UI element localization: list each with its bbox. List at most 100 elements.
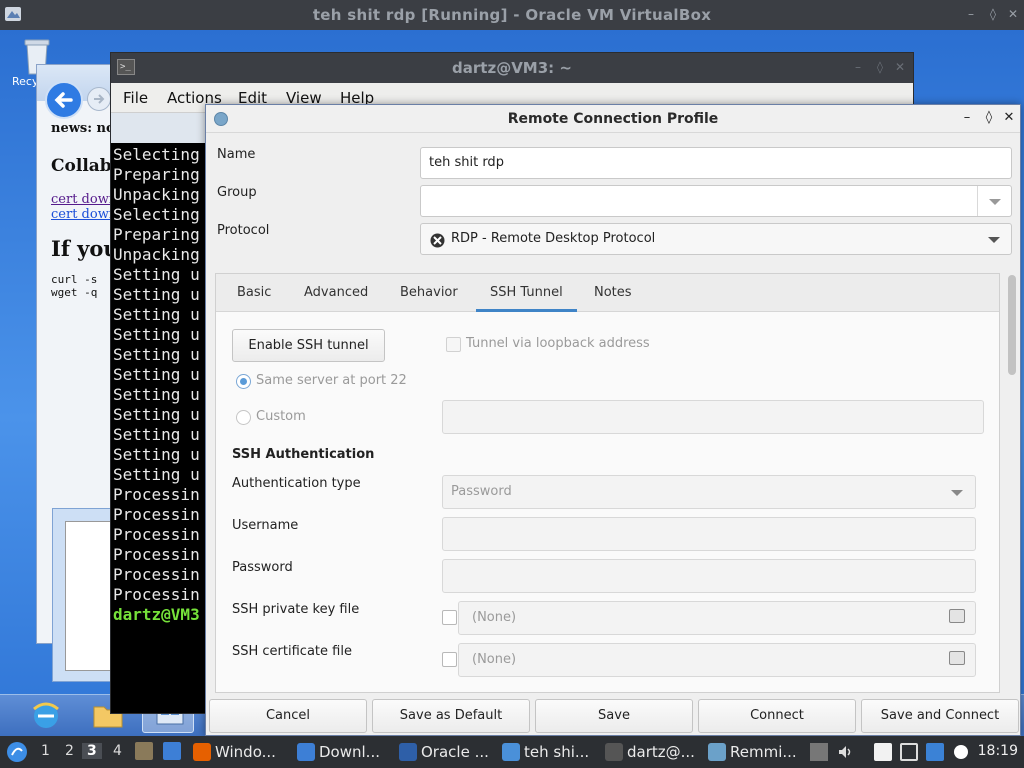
loopback-label: Tunnel via loopback address [466,336,650,351]
vertical-scrollbar[interactable] [1008,273,1016,693]
terminal-close-button[interactable]: ✕ [893,60,907,74]
cert-file-value: (None) [472,652,517,667]
group-dropdown-button[interactable] [977,186,1011,216]
private-key-file-chooser[interactable]: (None) [458,601,976,635]
status-icon[interactable] [954,745,968,759]
terminal-line: Setting u [113,445,200,464]
terminal-line: Setting u [113,345,200,364]
group-label: Group [217,185,257,200]
rdp-protocol-icon [430,233,445,248]
protocol-label: Protocol [217,223,270,238]
workspace-1[interactable]: 1 [41,743,50,759]
terminal-line: Setting u [113,425,200,444]
back-arrow-icon [54,92,73,108]
terminal-line: Preparing [113,225,200,244]
close-button[interactable]: ✕ [1006,7,1020,21]
terminal-line: Processin [113,525,200,544]
terminal-line: Processin [113,585,200,604]
tab-ssh-tunnel[interactable]: SSH Tunnel [476,274,577,312]
remote-connection-profile-dialog: Remote Connection Profile – ◊ ✕ Name teh… [205,104,1021,736]
open-cert-file-icon [949,651,965,665]
same-server-radio[interactable] [236,374,251,389]
tab-notes[interactable]: Notes [580,274,646,312]
workspace-2[interactable]: 2 [65,743,74,759]
terminal-maximize-button[interactable]: ◊ [873,60,887,74]
terminal-line: Selecting [113,145,200,164]
vbox-titlebar: teh shit rdp [Running] - Oracle VM Virtu… [0,0,1024,30]
ie-taskbar-button[interactable] [20,699,72,733]
private-key-checkbox[interactable] [442,610,457,625]
save-button[interactable]: Save [535,699,693,733]
volume-icon[interactable] [836,743,854,761]
terminal-titlebar: >_ dartz@VM3: ~ – ◊ ✕ [111,53,913,83]
chevron-down-icon [989,199,1001,205]
network-icon[interactable] [900,743,918,761]
tray-app-icon[interactable] [810,743,828,761]
back-button[interactable] [45,81,83,119]
password-label: Password [232,560,293,575]
settings-notebook: Basic Advanced Behavior SSH Tunnel Notes… [215,273,1000,693]
dialog-minimize-button[interactable]: – [960,111,974,125]
cancel-button[interactable]: Cancel [209,699,367,733]
menu-file[interactable]: File [123,89,148,107]
taskbar-item-vm-window[interactable]: teh shi... [502,738,589,766]
taskbar-item-label: Downl... [319,743,380,761]
terminal-output[interactable]: Selecting Preparing Unpacking Selecting Prep… [113,145,213,711]
terminal-minimize-button[interactable]: – [851,60,865,74]
minimize-button[interactable]: – [964,7,978,21]
scrollbar-thumb[interactable] [1008,275,1016,375]
username-input[interactable] [442,517,976,551]
ssh-auth-heading: SSH Authentication [232,447,375,462]
name-input[interactable]: teh shit rdp [420,147,1012,179]
terminal-line: Processin [113,485,200,504]
start-menu-button[interactable] [6,741,28,767]
terminal-line: Preparing [113,165,200,184]
vbox-window-title: teh shit rdp [Running] - Oracle VM Virtu… [312,6,712,24]
connect-button[interactable]: Connect [698,699,856,733]
clock[interactable]: 18:19 [978,743,1018,759]
enable-ssh-tunnel-button[interactable]: Enable SSH tunnel [232,329,385,362]
auth-type-select[interactable]: Password [442,475,976,509]
private-key-value: (None) [472,610,517,625]
ssh-tunnel-panel: Enable SSH tunnel Tunnel via loopback ad… [216,312,999,692]
taskbar-item-remmina[interactable]: Remmi... [708,738,797,766]
terminal-prompt: dartz@VM3 [113,605,200,624]
protocol-select[interactable]: RDP - Remote Desktop Protocol [420,223,1012,255]
tab-basic[interactable]: Basic [223,274,285,312]
taskbar-item-firefox[interactable]: Windo... [193,738,276,766]
taskbar-item-virtualbox[interactable]: Oracle ... [399,738,489,766]
taskbar-item-label: Remmi... [730,743,797,761]
terminal-line: Unpacking [113,245,200,264]
cert-file-chooser[interactable]: (None) [458,643,976,677]
tab-advanced[interactable]: Advanced [290,274,382,312]
vm-window-icon [502,743,520,761]
tab-behavior[interactable]: Behavior [386,274,472,312]
maximize-button[interactable]: ◊ [986,7,1000,21]
terminal-line: Setting u [113,365,200,384]
loopback-checkbox[interactable] [446,337,461,352]
cert-file-checkbox[interactable] [442,652,457,667]
terminal-line: Setting u [113,465,200,484]
password-input[interactable] [442,559,976,593]
custom-radio[interactable] [236,410,251,425]
workspace-3[interactable]: 3 [82,743,102,759]
taskbar-item-folder[interactable]: Downl... [297,738,380,766]
window-list-icon[interactable] [163,742,181,760]
save-as-default-button[interactable]: Save as Default [372,699,530,733]
clipboard-icon[interactable] [874,743,892,761]
start-menu-icon [7,742,27,762]
group-combobox[interactable] [420,185,1012,217]
auth-type-label: Authentication type [232,476,361,491]
dialog-maximize-button[interactable]: ◊ [982,111,996,125]
taskbar-item-label: teh shi... [524,743,590,761]
forward-button[interactable] [87,87,111,111]
workspace-4[interactable]: 4 [113,743,122,759]
show-desktop-icon[interactable] [135,742,153,760]
notification-icon[interactable] [926,743,944,761]
custom-server-input[interactable] [442,400,984,434]
taskbar-item-terminal[interactable]: dartz@... [605,738,695,766]
save-and-connect-button[interactable]: Save and Connect [861,699,1019,733]
terminal-line: Setting u [113,305,200,324]
dialog-close-button[interactable]: ✕ [1002,111,1016,125]
protocol-value: RDP - Remote Desktop Protocol [451,231,656,246]
